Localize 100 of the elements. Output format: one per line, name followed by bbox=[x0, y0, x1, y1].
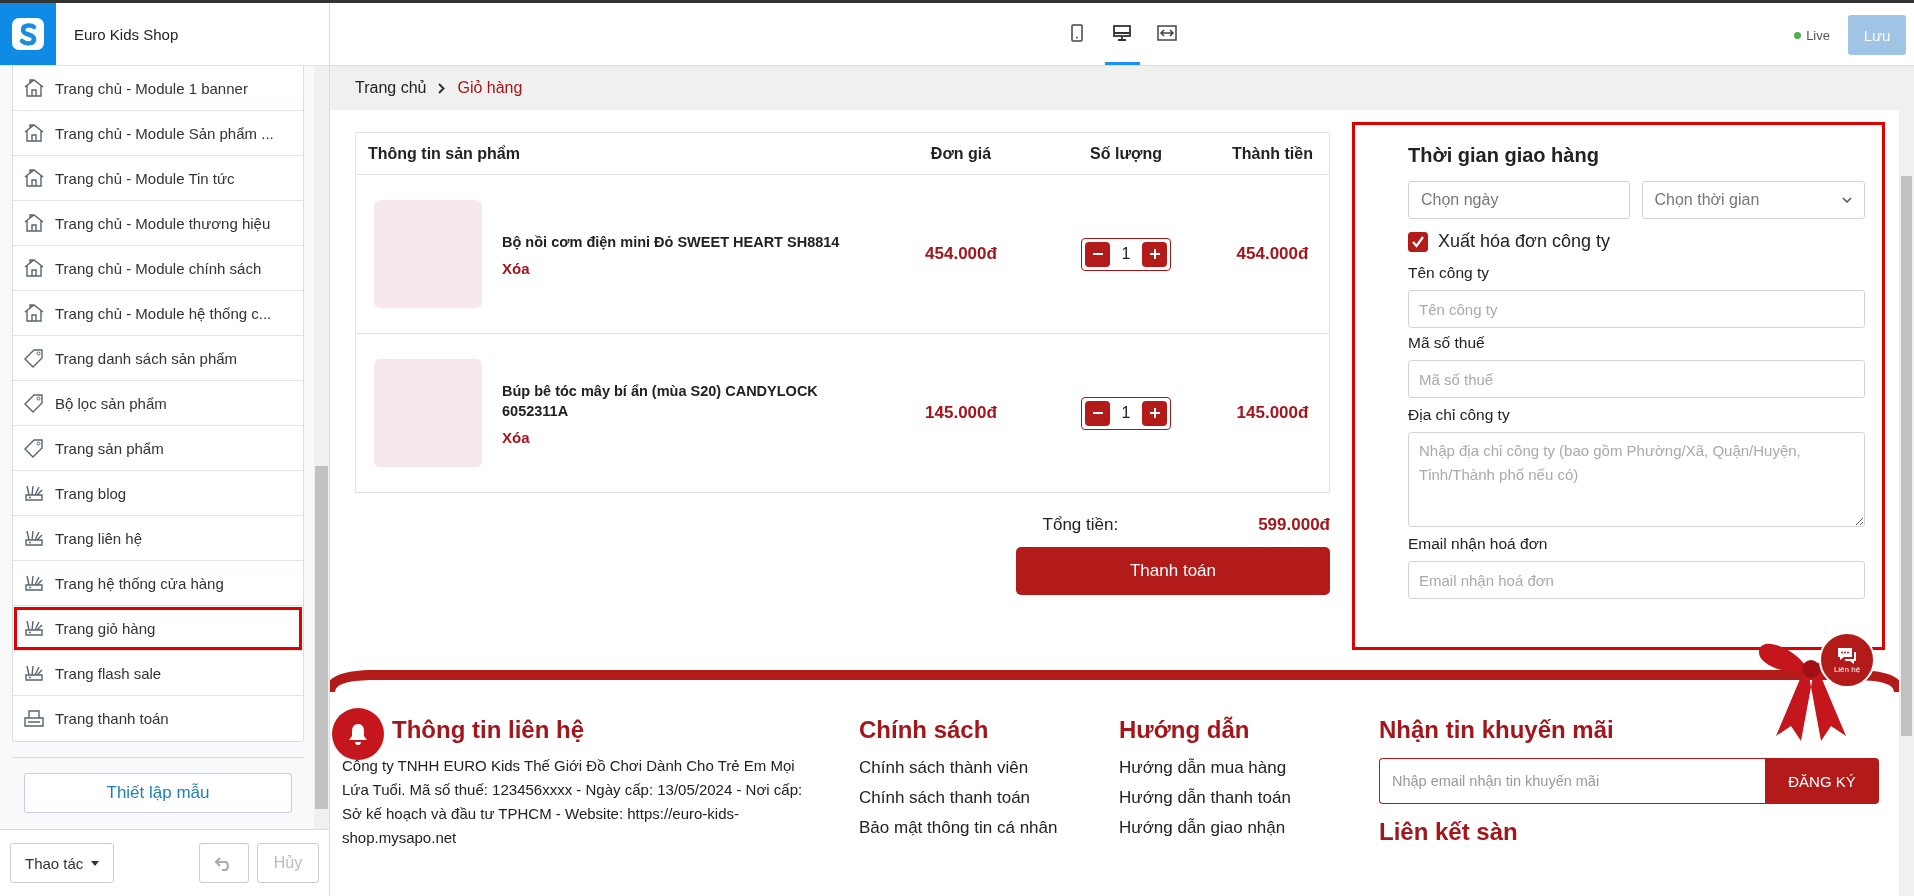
footer-heading: Chính sách bbox=[859, 716, 990, 744]
sidebar-item[interactable]: Trang giỏ hàng bbox=[13, 606, 303, 651]
section-title: Thời gian giao hàng bbox=[1408, 144, 1600, 167]
input-field[interactable]: Tên công ty bbox=[1408, 290, 1865, 328]
brush-icon bbox=[23, 483, 45, 503]
line-total: 454.000đ bbox=[1235, 244, 1310, 264]
decrease-button[interactable] bbox=[1085, 400, 1110, 426]
plus-icon bbox=[1149, 249, 1160, 259]
chevron-down-icon bbox=[1842, 197, 1852, 203]
footer-link[interactable]: Hướng dẫn thanh toán bbox=[1119, 788, 1349, 808]
house-icon bbox=[23, 213, 45, 233]
remove-link[interactable]: Xóa bbox=[502, 428, 842, 446]
quantity-value[interactable]: 1 bbox=[1114, 404, 1138, 422]
increase-button[interactable] bbox=[1142, 241, 1167, 267]
house-icon bbox=[23, 258, 45, 278]
app-logo[interactable] bbox=[0, 3, 56, 65]
tag-icon bbox=[23, 348, 45, 368]
line-total: 145.000đ bbox=[1235, 403, 1310, 423]
column-header: Đơn giá bbox=[929, 144, 993, 163]
contact-button[interactable]: Liên hệ bbox=[1819, 632, 1875, 688]
footer-heading: Nhận tin khuyến mãi bbox=[1379, 716, 1615, 744]
date-field[interactable]: Chọn ngày bbox=[1408, 181, 1630, 219]
sidebar-item[interactable]: Trang sản phẩm bbox=[13, 426, 303, 471]
footer-link[interactable]: Hướng dẫn mua hàng bbox=[1119, 758, 1349, 778]
footer-heading: Liên kết sàn bbox=[1379, 818, 1519, 846]
footer-heading: Hướng dẫn bbox=[1119, 716, 1251, 744]
remove-link[interactable]: Xóa bbox=[502, 259, 840, 277]
sidebar-item[interactable]: Trang chủ - Module Tin tức bbox=[13, 156, 303, 201]
subscribe-button[interactable]: ĐĂNG KÝ bbox=[1765, 758, 1879, 804]
unit-price: 454.000đ bbox=[924, 244, 998, 264]
actions-dropdown[interactable]: Thao tác bbox=[10, 843, 115, 883]
decrease-button[interactable] bbox=[1085, 241, 1110, 267]
footer-link[interactable]: Hướng dẫn giao nhận bbox=[1119, 818, 1349, 838]
tag-icon bbox=[23, 393, 45, 413]
total-label: Tổng tiền: bbox=[1042, 515, 1119, 535]
monitor-icon bbox=[1113, 23, 1131, 42]
brush-icon bbox=[23, 663, 45, 683]
unit-price: 145.000đ bbox=[924, 403, 998, 423]
field-label: Địa chỉ công ty bbox=[1408, 406, 1511, 424]
house-icon bbox=[23, 78, 45, 98]
tag-icon bbox=[23, 438, 45, 458]
expand-width-icon bbox=[1157, 23, 1177, 42]
caret-icon bbox=[91, 860, 100, 866]
sidebar-item[interactable]: Trang chủ - Module 1 banner bbox=[13, 66, 303, 111]
column-header: Thông tin sản phẩm bbox=[367, 144, 521, 163]
chat-icon bbox=[1836, 646, 1858, 664]
chevron-right-icon bbox=[438, 82, 446, 94]
footer-link[interactable]: Bảo mật thông tin cá nhân bbox=[859, 818, 1089, 838]
sidebar-item[interactable]: Trang chủ - Module hệ thống c... bbox=[13, 291, 303, 336]
sidebar-item[interactable]: Trang danh sách sản phẩm bbox=[13, 336, 303, 381]
scrollbar[interactable] bbox=[1899, 66, 1914, 896]
footer-heading: Thông tin liên hệ bbox=[392, 716, 585, 744]
column-header: Thành tiền bbox=[1231, 144, 1314, 163]
sidebar-item[interactable]: Trang liên hệ bbox=[13, 516, 303, 561]
bell-icon bbox=[347, 722, 369, 746]
footer-link[interactable]: Chính sách thanh toán bbox=[859, 788, 1089, 808]
total-amount: 599.000đ bbox=[1258, 515, 1330, 535]
notification-button[interactable] bbox=[332, 708, 384, 760]
scrollbar[interactable] bbox=[314, 66, 329, 829]
minus-icon bbox=[1092, 412, 1103, 414]
sidebar-item[interactable]: Trang thanh toán bbox=[13, 696, 303, 741]
live-status: Live bbox=[1794, 27, 1830, 43]
checkout-button[interactable]: Thanh toán bbox=[1016, 547, 1330, 595]
footer-link[interactable]: Chính sách thành viên bbox=[859, 758, 1089, 778]
house-icon bbox=[23, 123, 45, 143]
input-field[interactable]: Mã số thuế bbox=[1408, 360, 1865, 398]
shop-name: Euro Kids Shop bbox=[74, 25, 179, 43]
plus-icon bbox=[1149, 408, 1160, 418]
sidebar-item[interactable]: Trang chủ - Module thương hiệu bbox=[13, 201, 303, 246]
brush-icon bbox=[23, 573, 45, 593]
column-header: Số lượng bbox=[1089, 144, 1163, 163]
field-label: Tên công ty bbox=[1408, 264, 1490, 282]
sidebar-item[interactable]: Trang flash sale bbox=[13, 651, 303, 696]
increase-button[interactable] bbox=[1142, 400, 1167, 426]
checkbox-label: Xuất hóa đơn công ty bbox=[1438, 231, 1610, 252]
product-name[interactable]: Búp bê tóc mây bí ẩn (mùa S20) CANDYLOCK 6052311A bbox=[502, 380, 842, 421]
brush-icon bbox=[23, 528, 45, 548]
checkbox[interactable] bbox=[1408, 231, 1428, 252]
field-label: Email nhận hoá đơn bbox=[1408, 535, 1549, 553]
sidebar-item[interactable]: Trang chủ - Module chính sách bbox=[13, 246, 303, 291]
sidebar-item[interactable]: Trang hệ thống cửa hàng bbox=[13, 561, 303, 606]
sidebar-item[interactable]: Trang chủ - Module Sản phẩm ... bbox=[13, 111, 303, 156]
sidebar-item[interactable]: Trang blog bbox=[13, 471, 303, 516]
time-dropdown[interactable]: Chọn thời gian bbox=[1641, 181, 1865, 219]
sidebar-item[interactable]: Bộ lọc sản phẩm bbox=[13, 381, 303, 426]
template-button[interactable]: Thiết lập mẫu bbox=[24, 773, 292, 813]
email-field[interactable]: Nhập email nhận tin khuyến mãi bbox=[1379, 758, 1765, 804]
quantity-value[interactable]: 1 bbox=[1114, 245, 1138, 263]
product-name[interactable]: Bộ nồi cơm điện mini Đỏ SWEET HEART SH8814 bbox=[502, 231, 840, 252]
phone-icon bbox=[1069, 23, 1085, 42]
house-icon bbox=[23, 303, 45, 323]
address-field[interactable]: Nhập địa chỉ công ty (bao gồm Phường/Xã, Quận/Huyện, Tỉnh/Thành phố nếu có) bbox=[1408, 432, 1865, 527]
printer-icon bbox=[23, 708, 45, 729]
house-icon bbox=[23, 168, 45, 188]
brush-icon bbox=[23, 618, 45, 638]
company-info: Công ty TNHH EURO Kids Thế Giới Đồ Chơi Dành Cho Trẻ Em Mọi Lứa Tuổi. Mã số thuế: 123456xxxx - Ngày cấp: 13/05/2024 - Nơi cấp: Sở kế hoạch và đầu tư TPHCM - Website: https://euro-kids-shop.mysapo.net bbox=[342, 756, 804, 848]
field-label: Mã số thuế bbox=[1408, 334, 1486, 352]
breadcrumb-link[interactable]: Trang chủ bbox=[355, 79, 427, 97]
input-field[interactable]: Email nhận hoá đơn bbox=[1408, 561, 1865, 599]
minus-icon bbox=[1092, 253, 1103, 255]
